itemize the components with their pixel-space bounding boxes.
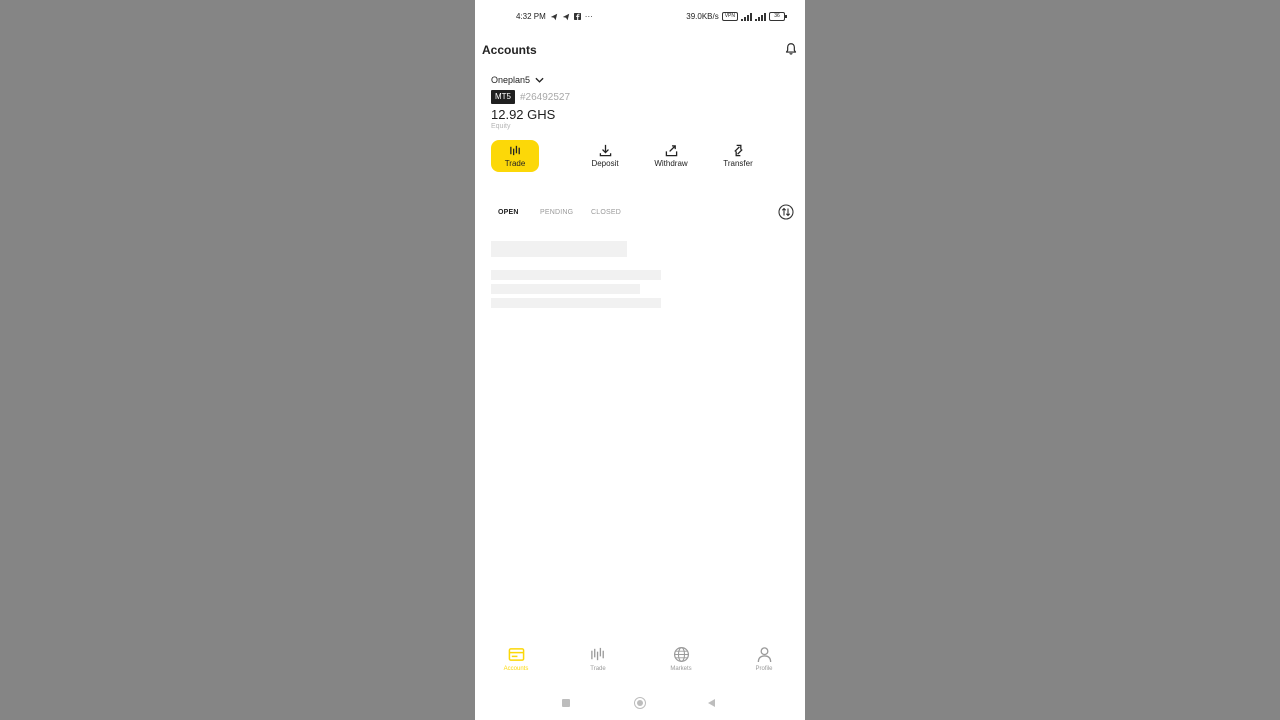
nav-profile-label: Profile (755, 666, 773, 672)
status-time: 4:32 PM (516, 12, 546, 21)
globe-icon (673, 646, 689, 663)
transfer-button-label: Transfer (723, 159, 753, 168)
bottom-nav: Accounts Trade Markets Profile (475, 646, 805, 684)
candlestick-icon (590, 647, 604, 661)
account-name: Oneplan5 (491, 75, 531, 85)
equity-label: Equity (491, 123, 511, 130)
candlestick-icon (509, 145, 520, 156)
signal-icon (741, 12, 752, 21)
upload-icon (665, 145, 677, 157)
nav-profile[interactable]: Profile (734, 646, 794, 672)
bell-icon[interactable] (784, 42, 798, 56)
battery-icon: 36 (769, 12, 787, 21)
loading-skeleton (491, 270, 661, 280)
signal-icon-2 (755, 12, 766, 21)
status-bar: 4:32 PM ··· 39.0KB/s VPN 36 (475, 12, 805, 26)
platform-badge: MT5 (491, 90, 515, 104)
recent-apps-button[interactable] (562, 699, 570, 707)
transfer-icon (733, 144, 743, 157)
account-number: #26492527 (520, 92, 571, 103)
page-title: Accounts (482, 43, 537, 57)
telegram-icon (550, 13, 557, 20)
tab-open[interactable]: OPEN (498, 209, 519, 216)
telegram-icon-2 (562, 13, 569, 20)
status-left: 4:32 PM ··· (516, 12, 593, 21)
user-icon (757, 647, 771, 663)
loading-skeleton (491, 284, 640, 294)
deposit-button-label: Deposit (591, 159, 619, 168)
back-button[interactable] (708, 699, 715, 707)
withdraw-button-label: Withdraw (654, 159, 688, 168)
nav-trade[interactable]: Trade (568, 646, 628, 672)
facebook-icon (573, 13, 581, 20)
nav-accounts-label: Accounts (503, 666, 529, 672)
phone-screen: 4:32 PM ··· 39.0KB/s VPN 36 Accounts One… (475, 0, 805, 720)
system-nav-bar (475, 696, 805, 710)
nav-markets-label: Markets (670, 666, 692, 672)
status-more: ··· (584, 12, 593, 21)
account-actions: Trade Deposit Withdraw Transfer (475, 140, 805, 172)
tab-pending[interactable]: PENDING (540, 209, 573, 216)
home-button[interactable] (634, 697, 646, 709)
trade-button[interactable]: Trade (491, 140, 539, 172)
transfer-button[interactable]: Transfer (714, 140, 762, 172)
status-right: 39.0KB/s VPN 36 (686, 12, 787, 21)
positions-tabs: OPEN PENDING CLOSED (475, 207, 805, 221)
wallet-icon (508, 648, 524, 661)
chevron-down-icon (535, 77, 544, 83)
equity-value: 12.92 GHS (491, 107, 556, 122)
nav-accounts[interactable]: Accounts (486, 646, 546, 672)
sort-icon[interactable] (778, 204, 794, 220)
withdraw-button[interactable]: Withdraw (647, 140, 695, 172)
trade-button-label: Trade (504, 159, 526, 168)
vpn-icon: VPN (721, 12, 738, 21)
loading-skeleton (491, 298, 661, 308)
download-icon (599, 144, 611, 157)
tab-closed[interactable]: CLOSED (591, 209, 621, 216)
loading-skeleton (491, 241, 627, 257)
deposit-button[interactable]: Deposit (581, 140, 629, 172)
account-selector[interactable]: Oneplan5 (491, 75, 544, 85)
nav-markets[interactable]: Markets (651, 646, 711, 672)
nav-trade-label: Trade (590, 666, 606, 672)
network-speed: 39.0KB/s (686, 12, 719, 21)
